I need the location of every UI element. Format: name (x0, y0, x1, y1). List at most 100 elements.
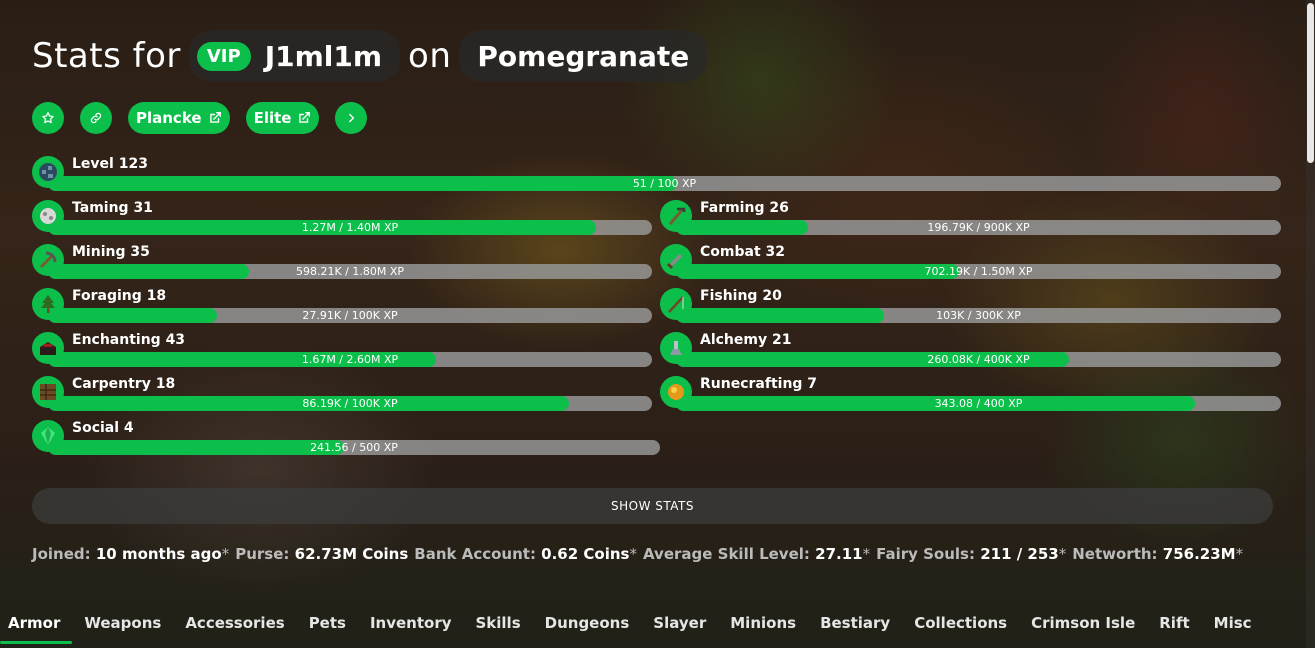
skill-progress-text: 343.08 / 400 XP (934, 397, 1023, 410)
info-value: 62.73M Coins (289, 545, 409, 563)
skill-row-runecrafting: Runecrafting 7 343.08 / 400 XP (660, 376, 1281, 412)
external-link-icon (209, 112, 221, 123)
skill-progress-text: 1.67M / 2.60M XP (301, 353, 399, 366)
elite-label: Elite (253, 109, 292, 127)
info-value: 0.62 Coins (535, 545, 630, 563)
scrollbar-thumb[interactable] (1307, 3, 1314, 163)
skill-label: Mining 35 (72, 244, 150, 260)
combat-icon (660, 244, 692, 276)
skill-label: Foraging 18 (72, 288, 167, 304)
tab-minions[interactable]: Minions (718, 612, 808, 644)
skill-progress-text: 598.21K / 1.80M XP (295, 265, 405, 278)
profile-pill[interactable]: Pomegranate (459, 30, 708, 82)
skill-progress-text: 86.19K / 100K XP (302, 397, 398, 410)
title-on: on (408, 36, 452, 76)
info-tooltip-marker[interactable]: * (1236, 545, 1244, 563)
tab-inventory[interactable]: Inventory (358, 612, 464, 644)
scrollbar[interactable] (1306, 0, 1315, 648)
level-progress-track: 51 / 100 XP (48, 176, 1281, 191)
skill-label: Taming 31 (72, 200, 153, 216)
info-value: 756.23M (1157, 545, 1236, 563)
skill-progress-text: 1.27M / 1.40M XP (301, 221, 399, 234)
skill-row-carpentry: Carpentry 18 86.19K / 100K XP (32, 376, 652, 412)
tab-pets[interactable]: Pets (297, 612, 358, 644)
fishing-icon (660, 288, 692, 320)
tab-crimson-isle[interactable]: Crimson Isle (1019, 612, 1147, 644)
player-pill[interactable]: VIP J1ml1m (188, 30, 401, 82)
elite-button[interactable]: Elite (245, 102, 320, 134)
plancke-button[interactable]: Plancke (128, 102, 230, 134)
show-stats-button[interactable]: SHOW STATS (32, 488, 1273, 524)
info-label: Fairy Souls: (876, 545, 975, 563)
profile-name: Pomegranate (477, 39, 690, 73)
runecrafting-icon (660, 376, 692, 408)
info-item: Purse: 62.73M Coins (235, 545, 408, 563)
info-item: Average Skill Level: 27.11* (643, 545, 870, 563)
alchemy-icon (660, 332, 692, 364)
skill-progress-track: 598.21K / 1.80M XP (48, 264, 652, 279)
tab-accessories[interactable]: Accessories (173, 612, 296, 644)
level-label: Level 123 (72, 156, 148, 172)
skill-progress-track: 1.27M / 1.40M XP (48, 220, 652, 235)
link-icon (90, 112, 102, 124)
tab-dungeons[interactable]: Dungeons (533, 612, 642, 644)
info-tooltip-marker[interactable]: * (863, 545, 871, 563)
page-title: Stats for VIP J1ml1m on Pomegranate (32, 30, 708, 82)
taming-icon (32, 200, 64, 232)
skill-label: Enchanting 43 (72, 332, 186, 348)
action-bar: Plancke Elite (32, 102, 368, 134)
info-label: Average Skill Level: (642, 545, 810, 563)
rank-badge: VIP (196, 41, 251, 71)
plancke-label: Plancke (136, 109, 202, 127)
skill-row-taming: Taming 31 1.27M / 1.40M XP (32, 200, 652, 236)
info-tooltip-marker[interactable]: * (222, 545, 230, 563)
tab-weapons[interactable]: Weapons (72, 612, 173, 644)
skill-row-social: Social 4 241.56 / 500 XP (32, 420, 660, 456)
info-item: Networth: 756.23M* (1072, 545, 1243, 563)
skill-row-enchanting: Enchanting 43 1.67M / 2.60M XP (32, 332, 652, 368)
info-label: Purse: (235, 545, 290, 563)
enchanting-icon (32, 332, 64, 364)
skill-progress-track: 260.08K / 400K XP (676, 352, 1281, 367)
tab-collections[interactable]: Collections (902, 612, 1019, 644)
tab-armor[interactable]: Armor (0, 612, 73, 644)
skill-row-foraging: Foraging 18 27.91K / 100K XP (32, 288, 652, 324)
tab-rift[interactable]: Rift (1147, 612, 1201, 644)
tab-skills[interactable]: Skills (464, 612, 533, 644)
title-prefix: Stats for (32, 36, 181, 76)
skill-label: Runecrafting 7 (700, 376, 818, 392)
skill-progress-track: 1.67M / 2.60M XP (48, 352, 652, 367)
favorite-button[interactable] (32, 102, 64, 134)
skill-progress-track: 103K / 300K XP (676, 308, 1281, 323)
tab-bestiary[interactable]: Bestiary (808, 612, 902, 644)
info-label: Networth: (1072, 545, 1158, 563)
profile-info-line: Joined: 10 months ago* Purse: 62.73M Coin… (32, 545, 1243, 563)
skill-progress-text: 260.08K / 400K XP (927, 353, 1030, 366)
star-icon (42, 112, 54, 124)
skill-row-mining: Mining 35 598.21K / 1.80M XP (32, 244, 652, 280)
skill-label: Combat 32 (700, 244, 785, 260)
skill-progress-track: 241.56 / 500 XP (48, 440, 660, 455)
tab-slayer[interactable]: Slayer (641, 612, 718, 644)
social-icon (32, 420, 64, 452)
skill-progress-text: 241.56 / 500 XP (310, 441, 398, 454)
info-value: 27.11 (809, 545, 863, 563)
skill-row-farming: Farming 26 196.79K / 900K XP (660, 200, 1281, 236)
skill-label: Social 4 (72, 420, 134, 436)
skill-progress-text: 103K / 300K XP (936, 309, 1021, 322)
info-item: Fairy Souls: 211 / 253* (876, 545, 1066, 563)
skill-progress-track: 196.79K / 900K XP (676, 220, 1281, 235)
skill-row-alchemy: Alchemy 21 260.08K / 400K XP (660, 332, 1281, 368)
info-item: Bank Account: 0.62 Coins* (414, 545, 637, 563)
more-button[interactable] (335, 102, 368, 134)
tab-misc[interactable]: Misc (1202, 612, 1264, 644)
skill-label: Fishing 20 (700, 288, 782, 304)
info-value: 10 months ago (90, 545, 222, 563)
skill-progress-track: 343.08 / 400 XP (676, 396, 1281, 411)
level-progress-text: 51 / 100 XP (632, 177, 697, 190)
copy-link-button[interactable] (80, 102, 112, 134)
info-tooltip-marker[interactable]: * (629, 545, 637, 563)
info-tooltip-marker[interactable]: * (1059, 545, 1067, 563)
external-link-icon (299, 112, 311, 123)
skill-progress-track: 86.19K / 100K XP (48, 396, 652, 411)
